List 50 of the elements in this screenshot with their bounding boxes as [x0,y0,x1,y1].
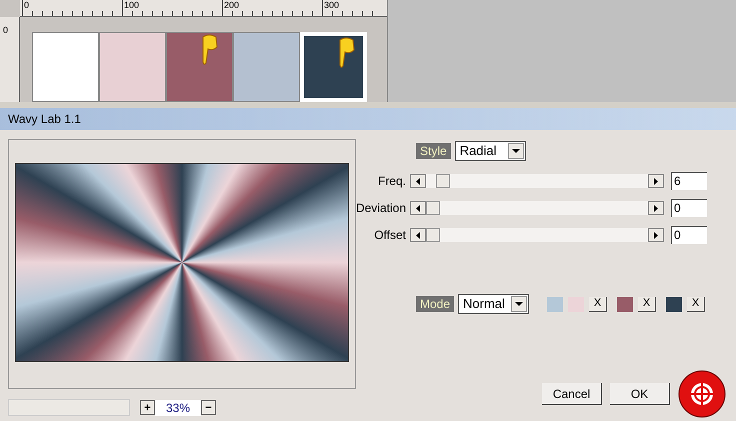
dialog-button[interactable]: OK [610,383,670,405]
left-triangle-icon [416,178,420,184]
color-chip[interactable] [547,296,564,312]
color-swatch[interactable] [233,32,300,102]
color-chip[interactable] [617,296,634,312]
color-swatch[interactable] [166,32,233,102]
value-field[interactable]: 0 [671,226,707,244]
color-swatch[interactable] [32,32,99,102]
zoom-in-button[interactable]: + [140,400,155,415]
slider-label: Deviation [354,200,407,217]
ruler-label: 100 [124,0,140,10]
slider-label: Freq. [376,173,407,190]
dialog-button[interactable]: Cancel [542,383,602,405]
slider-thumb[interactable] [436,174,450,188]
right-triangle-icon [654,204,658,212]
window-title: Wavy Lab 1.1 [0,108,736,130]
ruler-label: 0 [24,0,30,10]
empty-field[interactable] [8,399,130,416]
right-arrow-button[interactable] [648,174,664,188]
left-arrow-button[interactable] [410,228,426,242]
clear-button[interactable]: X [687,296,706,312]
left-arrow-button[interactable] [410,174,426,188]
ruler-label: 300 [324,0,340,10]
caret-icon [512,149,520,153]
right-triangle-icon [654,178,658,184]
target-logo-icon [678,370,726,418]
ruler-label: 200 [224,0,240,10]
right-triangle-icon [654,232,658,238]
slider-thumb[interactable] [426,228,440,242]
left-triangle-icon [416,204,420,212]
zoom-out-button[interactable]: − [201,400,216,415]
slider-label: Offset [373,227,407,244]
right-arrow-button[interactable] [648,201,664,215]
value-field[interactable]: 6 [671,172,707,190]
zoom-field[interactable]: 33% [155,400,201,416]
caret-icon [515,302,524,306]
clear-button[interactable]: X [589,296,608,312]
color-chip[interactable] [666,296,682,312]
left-triangle-icon [416,232,420,238]
ruler-label: 0 [3,25,8,35]
right-arrow-button[interactable] [648,228,664,242]
style-label: Style [416,143,451,159]
mode-label: Mode [416,296,454,312]
dropdown[interactable]: Radial [454,141,526,161]
slider-thumb[interactable] [426,201,440,215]
color-swatch[interactable] [99,32,166,102]
left-arrow-button[interactable] [410,201,426,215]
clear-button[interactable]: X [638,296,656,312]
dropdown[interactable]: Normal [458,294,530,314]
value-field[interactable]: 0 [671,199,707,217]
